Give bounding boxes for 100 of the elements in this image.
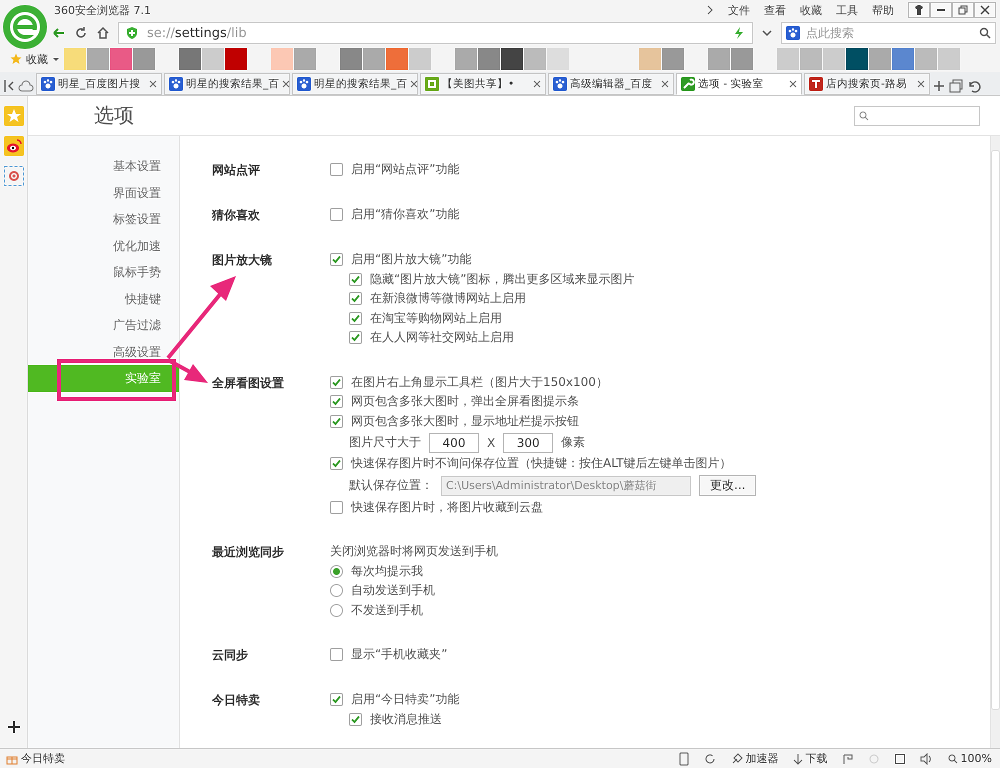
- checkbox[interactable]: [330, 457, 343, 470]
- close-icon[interactable]: [410, 80, 418, 88]
- close-icon[interactable]: [917, 80, 925, 88]
- close-icon[interactable]: [661, 80, 669, 88]
- search-icon[interactable]: [979, 27, 991, 39]
- width-field[interactable]: 400: [429, 432, 479, 452]
- section-label: 网站点评: [212, 162, 261, 179]
- close-icon[interactable]: [282, 80, 290, 88]
- window-icon[interactable]: [894, 752, 906, 764]
- option-label: 快速保存图片时不询问保存位置（快捷键：按住ALT键后左键单击图片）: [351, 455, 732, 472]
- option-label: 显示“手机收藏夹”: [351, 646, 448, 664]
- search-box[interactable]: 点此搜索: [781, 22, 996, 44]
- description: 关闭浏览器时将网页发送到手机: [330, 543, 498, 560]
- radio-button[interactable]: [330, 584, 343, 598]
- speaker-icon[interactable]: [920, 752, 934, 764]
- section-label: 今日特卖: [212, 692, 261, 709]
- menu-item[interactable]: 查看: [764, 2, 786, 18]
- save-location-label: 默认保存位置：: [349, 477, 433, 494]
- option-label: 快速保存图片时，将图片收藏到云盘: [351, 498, 543, 516]
- section-label: 云同步: [212, 647, 249, 664]
- paw-icon: [41, 77, 55, 91]
- paw-icon: [786, 26, 800, 40]
- browser-tab[interactable]: 店内搜索页-路易: [804, 73, 930, 95]
- deals-button[interactable]: 今日特卖: [6, 751, 65, 766]
- option-label: 启用“网站点评”功能: [351, 161, 460, 178]
- option-label: 启用“猜你喜欢”功能: [351, 206, 460, 224]
- flag-icon[interactable]: [842, 752, 854, 764]
- home-icon[interactable]: [96, 26, 110, 40]
- checkbox[interactable]: [330, 395, 343, 408]
- nav-item[interactable]: 快捷键: [28, 286, 179, 312]
- skin-button[interactable]: [908, 2, 930, 18]
- section-label: 最近浏览同步: [212, 544, 285, 561]
- close-button[interactable]: [974, 2, 996, 18]
- plus-icon[interactable]: [6, 720, 20, 734]
- download-button[interactable]: 下载: [792, 751, 828, 766]
- menu-item[interactable]: 帮助: [872, 2, 894, 18]
- checkbox[interactable]: [349, 331, 362, 344]
- nav-item[interactable]: 鼠标手势: [28, 259, 179, 286]
- checkbox[interactable]: [349, 272, 362, 286]
- refresh-icon[interactable]: [702, 752, 717, 766]
- section-label: 猜你喜欢: [212, 207, 261, 224]
- windows-icon[interactable]: [948, 77, 964, 95]
- change-button[interactable]: 更改...: [699, 475, 756, 496]
- browser-tab[interactable]: 明星的搜索结果_百: [164, 73, 290, 95]
- close-icon[interactable]: [533, 80, 541, 88]
- times-sign: X: [487, 436, 496, 450]
- accelerator-button[interactable]: 加速器: [730, 751, 779, 766]
- checkbox[interactable]: [330, 693, 343, 706]
- browser-tab[interactable]: 【美图共享】•: [420, 73, 546, 95]
- nav-item[interactable]: 标签设置: [28, 206, 179, 232]
- scrollbar[interactable]: [990, 136, 1000, 748]
- browser-tab[interactable]: 明星的搜索结果_百: [292, 73, 418, 95]
- browser-tab[interactable]: 明星_百度图片搜: [36, 73, 162, 95]
- checkbox[interactable]: [330, 500, 343, 514]
- address-field[interactable]: se://settings/lib: [118, 22, 753, 44]
- nav-item[interactable]: 高级设置: [28, 338, 179, 365]
- bookmarks-label[interactable]: 收藏: [26, 52, 48, 66]
- nav-item[interactable]: 优化加速: [28, 232, 179, 259]
- radio-button[interactable]: [330, 604, 343, 617]
- nav-item[interactable]: 基本设置: [28, 153, 179, 180]
- menu-item[interactable]: 工具: [836, 2, 858, 18]
- restore-icon: [958, 5, 968, 15]
- email-icon[interactable]: [4, 166, 24, 186]
- close-icon[interactable]: [149, 80, 157, 88]
- phone-icon[interactable]: [678, 752, 689, 766]
- height-field[interactable]: 300: [503, 432, 554, 452]
- checkbox[interactable]: [330, 208, 343, 222]
- menu-item[interactable]: 文件: [728, 2, 750, 18]
- checkbox[interactable]: [330, 414, 343, 428]
- weibo-icon[interactable]: [4, 136, 24, 156]
- checkbox[interactable]: [349, 712, 362, 726]
- option-label: 接收消息推送: [370, 710, 442, 728]
- checkbox[interactable]: [330, 253, 343, 266]
- browser-tab[interactable]: 高级编辑器_百度: [548, 73, 674, 95]
- nav-item[interactable]: 广告过滤: [28, 312, 179, 338]
- checkbox[interactable]: [330, 376, 343, 389]
- lightning-icon[interactable]: [732, 26, 746, 40]
- checkbox[interactable]: [349, 292, 362, 306]
- browser-tab[interactable]: 选项 - 实验室: [676, 73, 802, 95]
- checkbox[interactable]: [330, 163, 343, 176]
- refresh-icon[interactable]: [74, 26, 88, 40]
- caret-icon[interactable]: [52, 55, 60, 63]
- maximize-button[interactable]: [952, 2, 974, 18]
- back-icon[interactable]: [52, 26, 66, 40]
- close-icon[interactable]: [789, 80, 797, 88]
- shirt-icon: [914, 5, 924, 15]
- minimize-button[interactable]: [930, 2, 952, 18]
- section-label: 图片放大镜: [212, 252, 273, 269]
- option-label: 在新浪微博等微博网站上启用: [370, 290, 526, 308]
- zoom-button[interactable]: 100%: [948, 752, 992, 765]
- window-title: 360安全浏览器 7.1: [54, 2, 152, 18]
- settings-search-field[interactable]: [854, 106, 980, 126]
- checkbox[interactable]: [330, 648, 343, 662]
- checkbox[interactable]: [349, 312, 362, 325]
- radio-button[interactable]: [330, 564, 343, 578]
- option-label: 在淘宝等购物网站上启用: [370, 310, 502, 327]
- collapse-icon[interactable]: [2, 77, 16, 95]
- search-field[interactable]: 点此搜索: [804, 25, 975, 41]
- menu-item[interactable]: 收藏: [800, 2, 822, 18]
- nav-item[interactable]: 界面设置: [28, 180, 179, 206]
